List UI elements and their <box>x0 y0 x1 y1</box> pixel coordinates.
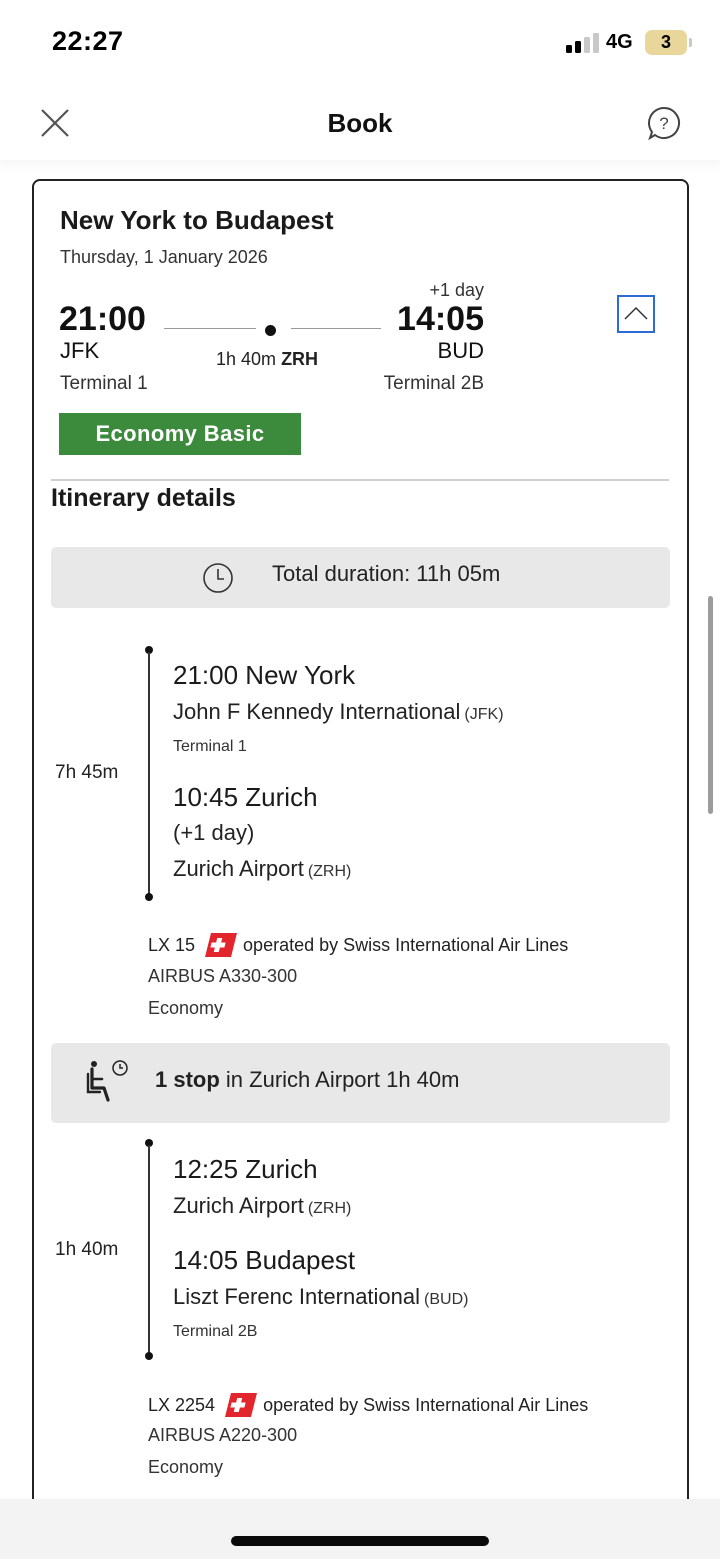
departure-code: JFK <box>60 338 100 363</box>
swiss-logo-icon <box>225 1393 258 1417</box>
arrival-airport: Zurich Airport (ZRH) <box>173 856 351 882</box>
arrival-airport: Liszt Ferenc International (BUD) <box>173 1284 468 1310</box>
cabin: Economy <box>148 998 224 1018</box>
arrival-time: 14:05 <box>397 300 484 338</box>
fare-class-badge: Economy Basic <box>59 413 301 455</box>
stop-duration: 1h 40m <box>216 349 277 369</box>
home-indicator[interactable] <box>231 1536 489 1546</box>
arrival-day-offset: +1 day <box>429 280 484 300</box>
divider <box>51 479 669 481</box>
airport-code: (ZRH) <box>307 863 352 880</box>
segment-duration: 1h 40m <box>55 1239 119 1260</box>
signal-icon <box>566 33 602 53</box>
travel-date: Thursday, 1 January 2026 <box>60 247 268 267</box>
airport-name: Zurich Airport <box>173 856 304 881</box>
help-icon[interactable]: ? <box>646 105 682 141</box>
swiss-logo-icon <box>205 933 238 957</box>
flight-number: LX 15 <box>148 934 196 955</box>
total-duration: Total duration: 11h 05m <box>272 561 501 586</box>
airport-code: (BUD) <box>424 1291 469 1308</box>
aircraft: AIRBUS A330-300 <box>148 966 298 986</box>
clock-icon <box>203 563 233 593</box>
timeline-dot <box>145 1352 153 1360</box>
airport-code: (ZRH) <box>307 1200 352 1217</box>
timeline-line <box>148 652 150 896</box>
flight-info: LX 15 operated by Swiss International Ai… <box>148 933 568 957</box>
bottom-bar <box>0 1499 720 1559</box>
flight-number: LX 2254 <box>148 1394 216 1415</box>
stop-dot <box>265 325 276 336</box>
flight-info: LX 2254 operated by Swiss International … <box>148 1393 588 1417</box>
airport-name: Liszt Ferenc International <box>173 1284 421 1309</box>
arrival-terminal: Terminal 2B <box>173 1323 258 1340</box>
airport-name: Zurich Airport <box>173 1193 304 1218</box>
departure-time: 21:00 <box>59 300 146 338</box>
arrival-code: BUD <box>437 338 484 363</box>
status-time: 22:27 <box>52 26 124 56</box>
stop-code: ZRH <box>281 349 319 369</box>
battery-icon: 3 <box>645 30 692 55</box>
airport-code: (JFK) <box>464 706 504 723</box>
operated-by: operated by Swiss International Air Line… <box>263 1394 589 1415</box>
seat-clock-icon <box>86 1060 128 1102</box>
layover-detail: in Zurich Airport 1h 40m <box>225 1067 460 1092</box>
departure-airport: John F Kennedy International (JFK) <box>173 699 504 725</box>
departure-airport: Zurich Airport (ZRH) <box>173 1193 351 1219</box>
scrollbar[interactable] <box>708 596 713 814</box>
top-bar: Book ? <box>0 88 720 160</box>
arrival-time-city: 14:05 Budapest <box>173 1245 356 1275</box>
timeline-line <box>148 1145 150 1355</box>
itinerary-title: Itinerary details <box>51 484 236 512</box>
route-title: New York to Budapest <box>60 205 334 235</box>
timeline-dot <box>145 893 153 901</box>
svg-text:?: ? <box>659 114 668 133</box>
route-line <box>164 328 256 329</box>
network-type: 4G <box>606 31 633 53</box>
airport-name: John F Kennedy International <box>173 699 461 724</box>
page-title: Book <box>327 108 393 138</box>
arrival-time-city: 10:45 Zurich <box>173 782 318 812</box>
departure-terminal: Terminal 1 <box>60 373 148 394</box>
route-line <box>291 328 381 329</box>
departure-time-city: 21:00 New York <box>173 660 356 690</box>
chevron-up-icon <box>624 306 648 320</box>
arrival-terminal: Terminal 2B <box>383 373 484 394</box>
cabin: Economy <box>148 1457 224 1477</box>
status-bar: 22:27 4G 3 <box>0 0 720 88</box>
departure-time-city: 12:25 Zurich <box>173 1154 318 1184</box>
stop-summary: 1h 40m ZRH <box>216 349 318 370</box>
departure-terminal: Terminal 1 <box>173 738 247 755</box>
layover-text: 1 stop in Zurich Airport 1h 40m <box>155 1067 459 1093</box>
operated-by: operated by Swiss International Air Line… <box>243 934 569 955</box>
arrival-day-offset: (+1 day) <box>173 820 255 845</box>
stop-count: 1 stop <box>155 1067 220 1092</box>
segment-duration: 7h 45m <box>55 762 119 783</box>
aircraft: AIRBUS A220-300 <box>148 1425 298 1445</box>
collapse-button[interactable] <box>617 295 655 333</box>
